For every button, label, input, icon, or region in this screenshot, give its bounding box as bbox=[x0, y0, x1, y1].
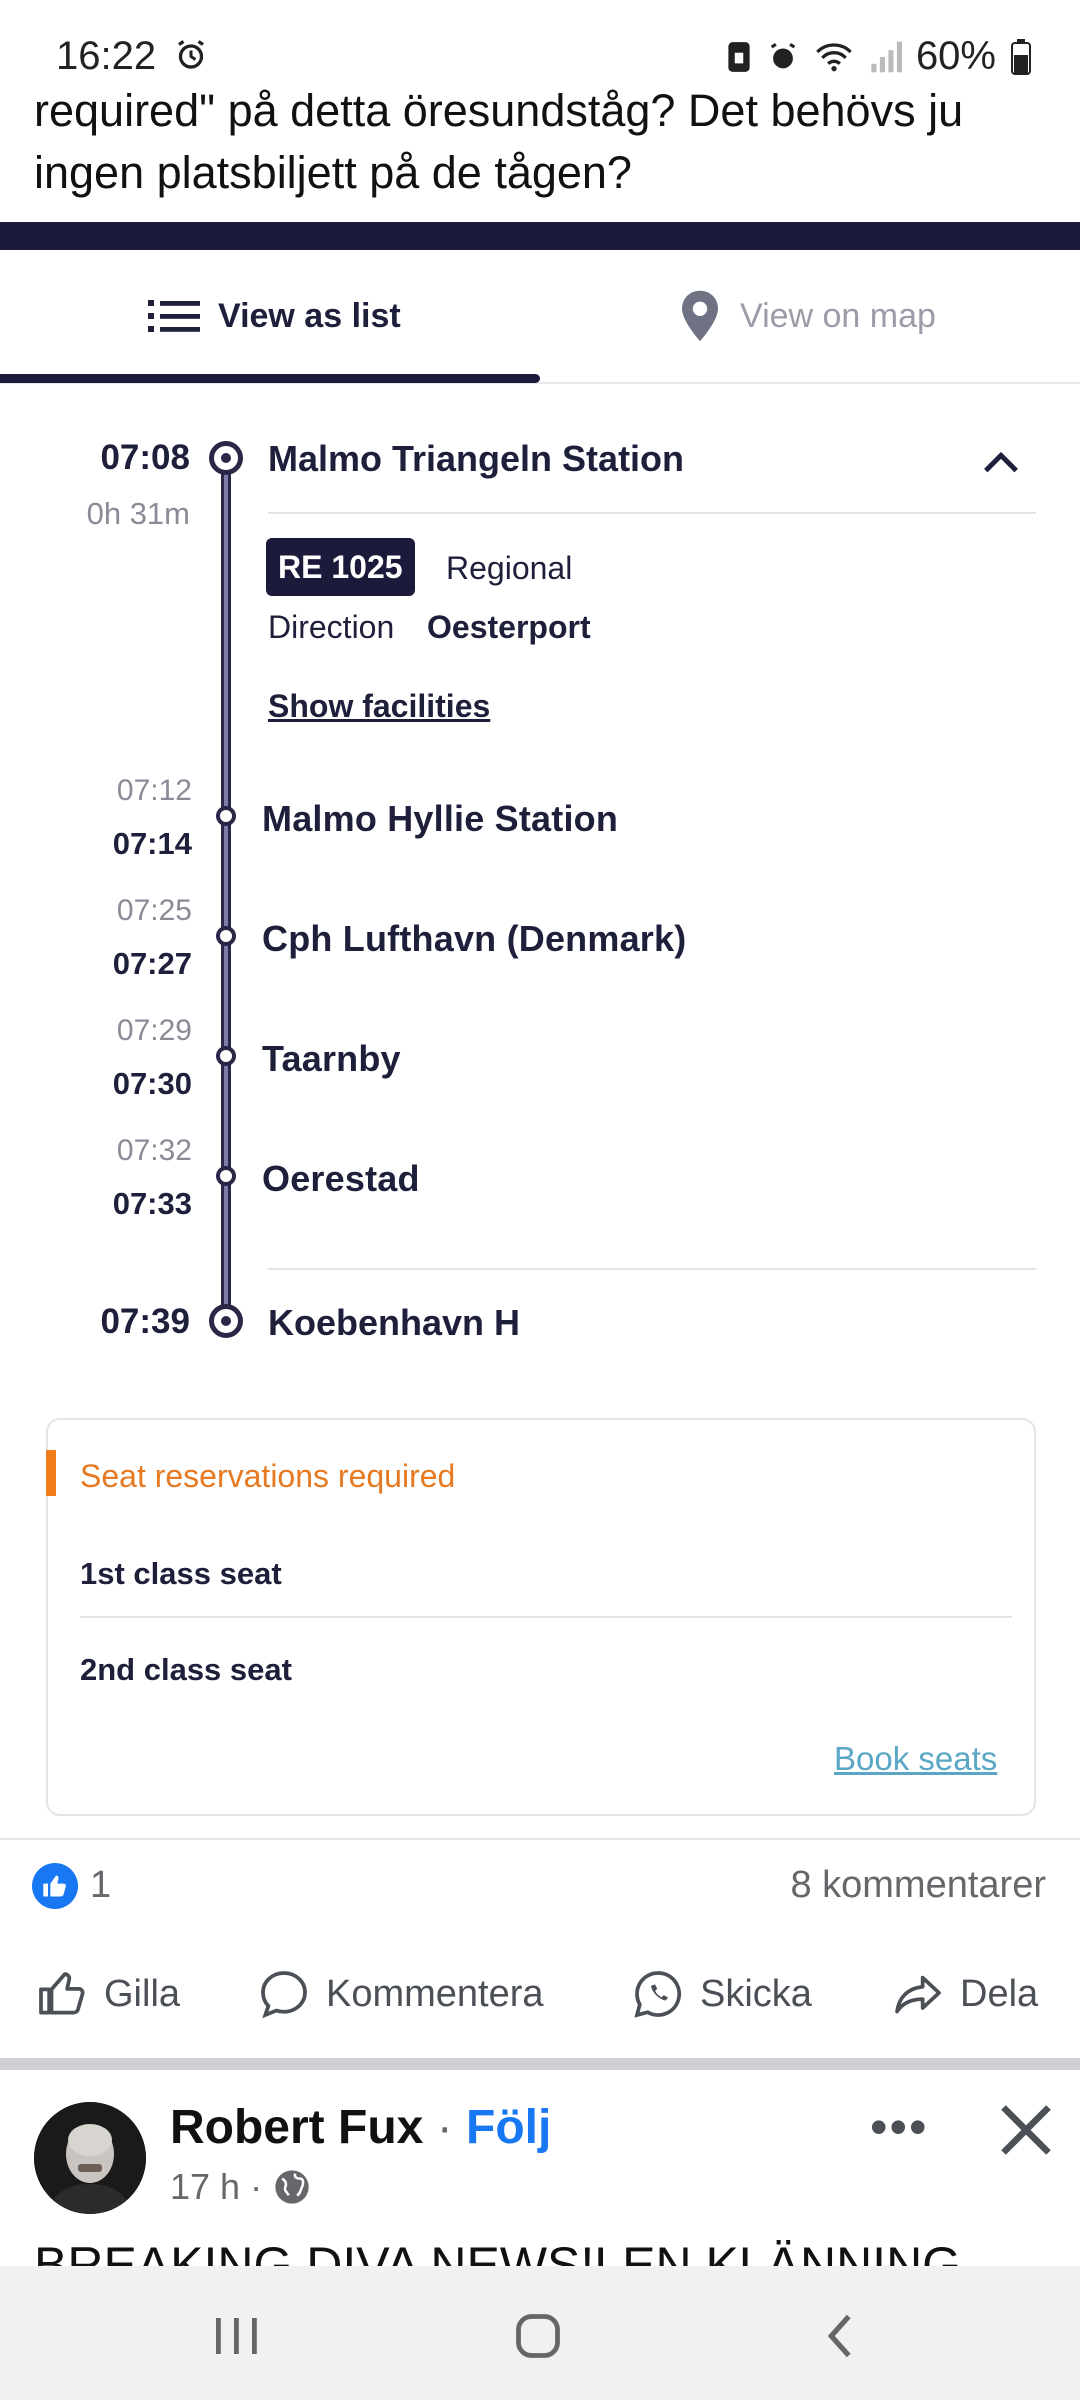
screenshot-top-band bbox=[0, 222, 1080, 250]
stop-marker bbox=[216, 806, 236, 826]
status-icons: 60% bbox=[726, 34, 1032, 79]
origin-divider bbox=[268, 512, 1036, 514]
stop-arrival: 07:25 bbox=[116, 894, 192, 927]
recent-apps-icon[interactable] bbox=[212, 2312, 262, 2360]
destination-time: 07:39 bbox=[100, 1302, 190, 1341]
stop-departure: 07:33 bbox=[112, 1186, 192, 1221]
book-seats-link[interactable]: Book seats bbox=[834, 1740, 997, 1778]
first-class-seat: 1st class seat bbox=[80, 1556, 282, 1591]
journey-duration: 0h 31m bbox=[86, 496, 190, 531]
comment-count[interactable]: 8 kommentarer bbox=[790, 1864, 1046, 1907]
like-count[interactable]: 1 bbox=[90, 1864, 111, 1907]
reactions-divider bbox=[0, 1838, 1080, 1840]
avatar[interactable] bbox=[34, 2102, 146, 2214]
status-time: 16:22 bbox=[56, 34, 209, 79]
destination-stop-marker bbox=[209, 1304, 243, 1338]
thumbs-up-icon bbox=[43, 1875, 66, 1897]
sim-icon bbox=[728, 41, 750, 72]
next-post-text-content: BREAKING DIVA NEWS!LEN KLÄNNING bbox=[34, 2240, 962, 2268]
stop-departure: 07:14 bbox=[112, 826, 192, 861]
globe-icon bbox=[275, 2170, 309, 2204]
tab-active-indicator bbox=[0, 374, 540, 383]
stop-arrival: 07:29 bbox=[116, 1014, 192, 1047]
warning-accent-bar bbox=[46, 1450, 56, 1496]
direction-value: Oesterport bbox=[427, 609, 591, 645]
wifi-icon bbox=[816, 42, 852, 71]
comment-icon bbox=[261, 1971, 307, 2019]
comment-label: Kommentera bbox=[326, 1972, 544, 2015]
tab-map-label: View on map bbox=[740, 296, 936, 335]
train-number-badge: RE 1025 bbox=[266, 538, 415, 596]
second-class-seat: 2nd class seat bbox=[80, 1652, 292, 1687]
stop-departure: 07:27 bbox=[112, 946, 192, 981]
alarm-icon bbox=[178, 40, 205, 69]
train-type: Regional bbox=[446, 550, 573, 586]
seat-reservations-title: Seat reservations required bbox=[80, 1458, 456, 1494]
origin-stop-marker bbox=[209, 441, 243, 475]
close-icon[interactable] bbox=[996, 2100, 1056, 2160]
battery-icon bbox=[1011, 38, 1031, 75]
tab-view-on-map[interactable]: View on map bbox=[678, 276, 936, 356]
post-timestamp[interactable]: 17 h · bbox=[170, 2166, 312, 2208]
seat-divider bbox=[80, 1616, 1012, 1618]
follow-link[interactable]: Följ bbox=[466, 2101, 551, 2154]
thumbs-up-outline-icon bbox=[39, 1972, 85, 2015]
stop-arrival: 07:32 bbox=[116, 1134, 192, 1167]
send-button[interactable]: Skicka bbox=[630, 1966, 812, 2022]
tab-view-as-list[interactable]: View as list bbox=[148, 276, 401, 356]
post-text: required" på detta öresundståg? Det behö… bbox=[34, 85, 964, 198]
timeline-line-inner bbox=[224, 456, 228, 1322]
battery-percent: 60% bbox=[915, 34, 996, 78]
alarm-icon bbox=[770, 42, 796, 68]
next-post-text: BREAKING DIVA NEWS!LEN KLÄNNING bbox=[34, 2240, 1054, 2268]
like-button[interactable]: Gilla bbox=[34, 1966, 180, 2022]
list-icon bbox=[148, 300, 200, 332]
whatsapp-icon bbox=[634, 1971, 682, 2018]
share-icon bbox=[895, 1975, 941, 2014]
stop-station: Taarnby bbox=[262, 1038, 401, 1079]
stop-marker bbox=[216, 1046, 236, 1066]
status-time-text: 16:22 bbox=[56, 34, 157, 78]
post-author[interactable]: Robert Fux · Följ bbox=[170, 2100, 551, 2155]
stop-marker bbox=[216, 926, 236, 946]
stop-station: Malmo Hyllie Station bbox=[262, 798, 619, 839]
tab-list-label: View as list bbox=[218, 296, 401, 335]
stop-station: Oerestad bbox=[262, 1158, 420, 1199]
show-facilities-link[interactable]: Show facilities bbox=[268, 688, 490, 725]
stop-departure: 07:30 bbox=[112, 1066, 192, 1101]
signal-icon bbox=[871, 41, 902, 72]
chevron-up-icon[interactable] bbox=[982, 450, 1020, 476]
author-name[interactable]: Robert Fux bbox=[170, 2101, 423, 2154]
stop-station: Cph Lufthavn (Denmark) bbox=[262, 918, 687, 959]
comment-button[interactable]: Kommentera bbox=[256, 1966, 544, 2022]
post-separator bbox=[0, 2058, 1080, 2070]
like-label: Gilla bbox=[104, 1972, 181, 2015]
post-time: 17 h · bbox=[170, 2166, 263, 2207]
back-icon[interactable] bbox=[822, 2310, 858, 2362]
like-reaction-icon[interactable] bbox=[32, 1863, 78, 1909]
more-options-icon[interactable]: ••• bbox=[870, 2098, 929, 2156]
share-label: Dela bbox=[960, 1972, 1039, 2015]
destination-station: Koebenhavn H bbox=[268, 1302, 521, 1343]
destination-divider bbox=[268, 1268, 1036, 1270]
home-icon[interactable] bbox=[512, 2310, 564, 2362]
share-button[interactable]: Dela bbox=[890, 1966, 1038, 2022]
stop-arrival: 07:12 bbox=[116, 774, 192, 807]
send-label: Skicka bbox=[700, 1972, 812, 2015]
direction-label: Direction bbox=[268, 609, 395, 645]
origin-time: 07:08 bbox=[100, 438, 190, 477]
origin-station: Malmo Triangeln Station bbox=[268, 438, 685, 479]
stop-marker bbox=[216, 1166, 236, 1186]
map-pin-icon bbox=[682, 290, 718, 342]
avatar-image bbox=[34, 2102, 146, 2214]
